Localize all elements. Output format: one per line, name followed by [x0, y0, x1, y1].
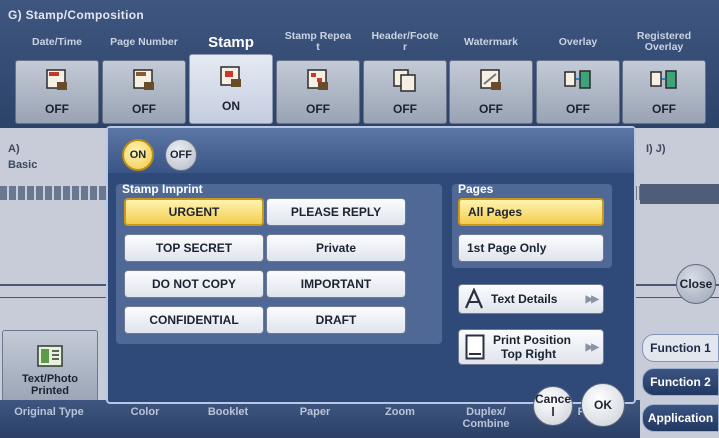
tab-label: Overlay — [558, 35, 598, 48]
tab-label: Watermark — [464, 35, 518, 48]
group-ij-label: I) J) — [646, 143, 666, 155]
print-position-text: Print Position Top Right — [493, 333, 571, 361]
close-button[interactable]: Close — [676, 264, 716, 304]
stamp-private-button[interactable]: Private — [266, 234, 406, 262]
date-time-icon — [43, 68, 71, 92]
print-position-button[interactable]: Print Position Top Right ▶▶ — [458, 329, 604, 365]
tab-date-time[interactable]: Date/Time OFF — [14, 24, 100, 128]
tab-label: Page Number — [110, 35, 178, 48]
print-position-label: Print Position — [493, 333, 571, 347]
tab-stamp-repeat[interactable]: Stamp Repea t OFF — [275, 24, 361, 128]
tab-label: Stamp Repea t — [284, 30, 352, 53]
tab-header-footer[interactable]: Header/Foote r OFF — [362, 24, 448, 128]
nav-paper[interactable]: Paper — [290, 406, 340, 418]
tab-toggle-button[interactable]: OFF — [15, 60, 99, 124]
text-photo-icon — [37, 345, 63, 367]
tab-toggle-button[interactable]: OFF — [102, 60, 186, 124]
function-1-tab[interactable]: Function 1 — [642, 334, 719, 362]
nav-duplex-combine[interactable]: Duplex/ Combine — [456, 406, 516, 430]
stamp-imprint-title: Stamp Imprint — [122, 182, 203, 196]
stamp-confidential-button[interactable]: CONFIDENTIAL — [124, 306, 264, 334]
nav-original-type[interactable]: Original Type — [6, 406, 92, 418]
tab-toggle-button[interactable]: OFF — [449, 60, 533, 124]
nav-color[interactable]: Color — [120, 406, 170, 418]
stamp-top-secret-button[interactable]: TOP SECRET — [124, 234, 264, 262]
function-2-tab[interactable]: Function 2 — [642, 368, 719, 396]
tab-toggle-button[interactable]: OFF — [363, 60, 447, 124]
registered-overlay-icon — [650, 68, 678, 92]
tab-toggle-button[interactable]: ON — [189, 54, 273, 124]
stamp-repeat-icon — [304, 68, 332, 92]
background-button-strip-right — [640, 184, 719, 204]
print-position-value: Top Right — [501, 347, 557, 361]
stamp-icon — [217, 65, 245, 89]
tab-label: Date/Time — [32, 35, 82, 48]
tab-overlay[interactable]: Overlay OFF — [535, 24, 621, 128]
overlay-icon — [564, 68, 592, 92]
tab-state: OFF — [45, 102, 69, 116]
tab-state: ON — [222, 99, 240, 113]
basic-label: Basic — [8, 159, 38, 171]
chevron-right-icon: ▶▶ — [585, 293, 599, 305]
tab-state: OFF — [652, 102, 676, 116]
ok-button[interactable]: OK — [581, 383, 625, 427]
watermark-icon — [477, 68, 505, 92]
stamp-urgent-button[interactable]: URGENT — [124, 198, 264, 226]
stamp-important-button[interactable]: IMPORTANT — [266, 270, 406, 298]
tab-toggle-button[interactable]: OFF — [622, 60, 706, 124]
page-position-icon — [465, 334, 485, 360]
stamp-please-reply-button[interactable]: PLEASE REPLY — [266, 198, 406, 226]
header-footer-icon — [391, 68, 419, 92]
stamp-draft-button[interactable]: DRAFT — [266, 306, 406, 334]
cancel-button[interactable]: Cance l — [533, 386, 573, 426]
text-details-button[interactable]: Text Details ▶▶ — [458, 284, 604, 314]
all-pages-button[interactable]: All Pages — [458, 198, 604, 226]
tab-state: OFF — [132, 102, 156, 116]
tab-state: OFF — [393, 102, 417, 116]
original-type-button[interactable]: Text/Photo Printed — [2, 330, 98, 402]
original-type-value: Text/Photo Printed — [21, 373, 78, 397]
tab-watermark[interactable]: Watermark OFF — [448, 24, 534, 128]
nav-zoom[interactable]: Zoom — [375, 406, 425, 418]
text-font-icon — [464, 288, 484, 309]
page-number-icon — [130, 68, 158, 92]
tab-registered-overlay[interactable]: Registered Overlay OFF — [621, 24, 707, 128]
first-page-only-button[interactable]: 1st Page Only — [458, 234, 604, 262]
tab-toggle-button[interactable]: OFF — [536, 60, 620, 124]
tab-page-number[interactable]: Page Number OFF — [101, 24, 187, 128]
tab-stamp[interactable]: Stamp ON — [188, 24, 274, 128]
section-title: G) Stamp/Composition — [8, 8, 144, 22]
on-button[interactable]: ON — [122, 139, 154, 171]
nav-booklet[interactable]: Booklet — [198, 406, 258, 418]
text-details-label: Text Details — [491, 292, 558, 306]
stamp-do-not-copy-button[interactable]: DO NOT COPY — [124, 270, 264, 298]
tab-state: OFF — [306, 102, 330, 116]
off-button[interactable]: OFF — [165, 139, 197, 171]
tab-state: OFF — [479, 102, 503, 116]
pages-title: Pages — [458, 182, 494, 196]
application-tab[interactable]: Application — [642, 404, 719, 432]
chevron-right-icon: ▶▶ — [585, 341, 599, 353]
tab-label: Header/Foote r — [371, 30, 439, 53]
tab-toggle-button[interactable]: OFF — [276, 60, 360, 124]
group-a-label: A) — [8, 143, 20, 155]
tab-label: Registered Overlay — [636, 30, 692, 53]
tab-state: OFF — [566, 102, 590, 116]
